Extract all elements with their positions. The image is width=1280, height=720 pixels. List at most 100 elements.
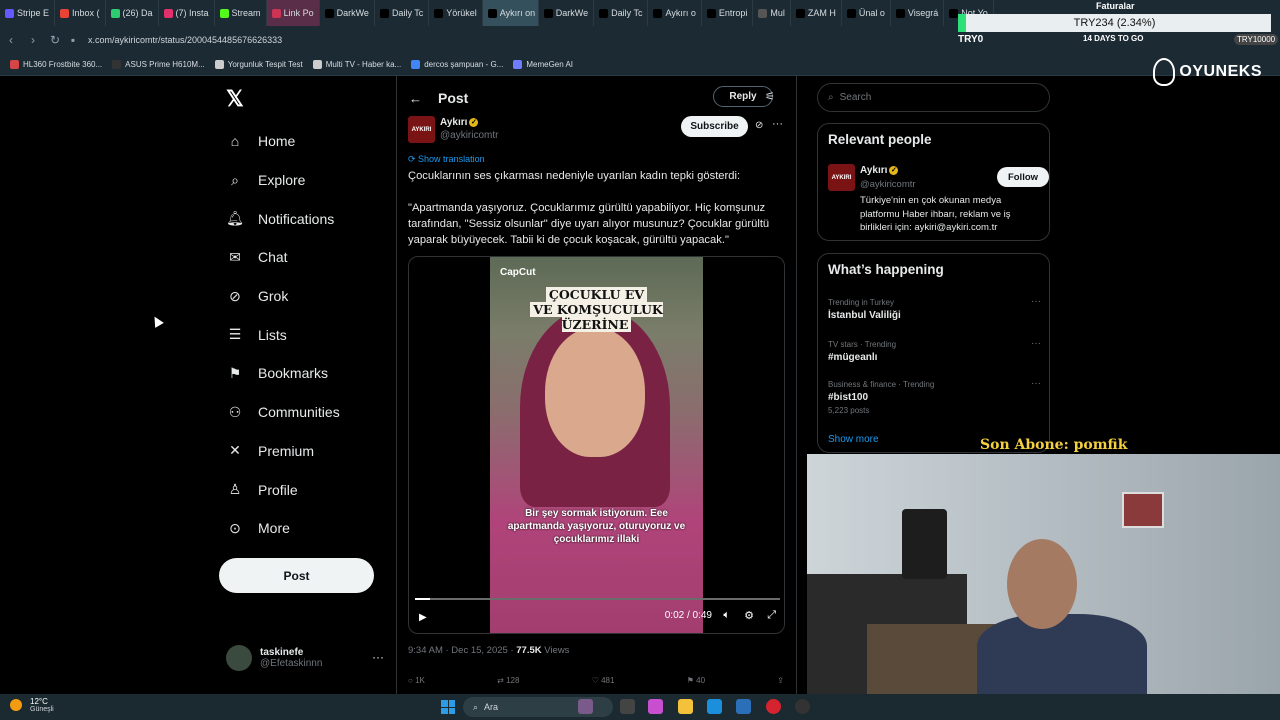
bookmark-icon: ⚑ — [686, 676, 697, 685]
url-field[interactable]: x.com/aykiricomtr/status/200045448567662… — [88, 35, 282, 45]
weather-widget[interactable]: 12°C Güneşli — [10, 697, 54, 713]
app-icon[interactable] — [795, 699, 810, 714]
bookmark-item[interactable]: ASUS Prime H610M... — [112, 60, 205, 69]
bell-icon: 🔔︎ — [226, 210, 244, 227]
browser-tab[interactable]: ZAM H — [791, 0, 842, 26]
bookmark-item[interactable]: HL360 Frostbite 360... — [10, 60, 102, 69]
subscribe-button[interactable]: Subscribe — [681, 116, 748, 137]
like-action[interactable]: ♡ 481 — [592, 676, 615, 685]
author-handle[interactable]: @aykiricomtr — [440, 130, 499, 141]
play-icon[interactable]: ▶ — [419, 612, 427, 623]
browser-tab[interactable]: Entropi — [702, 0, 754, 26]
account-switcher[interactable]: taskinefe @Efetaskinnn ··· — [226, 642, 386, 674]
browser-tab[interactable]: Aykırı on X: "Ç — [482, 0, 539, 26]
nav-item-bookmarks[interactable]: ⚑ Bookmarks — [226, 354, 386, 393]
nav-item-communities[interactable]: ⚇ Communities — [226, 393, 386, 432]
browser-tab[interactable]: Stream — [215, 0, 267, 26]
tab-label: Ünal o — [858, 8, 885, 18]
tab-label: ZAM H — [807, 8, 836, 18]
browser-tab[interactable]: Visegrá — [891, 0, 945, 26]
browser-tab[interactable]: Stripe E — [0, 0, 56, 26]
more-dots-icon[interactable]: ··· — [1031, 378, 1041, 389]
nav-item-notifications[interactable]: 🔔︎ Notifications — [226, 199, 386, 238]
more-dots-icon[interactable]: ··· — [1031, 296, 1041, 307]
browser-tab[interactable]: Inbox ( — [55, 0, 106, 26]
tab-label: DarkWe — [336, 8, 369, 18]
bookmark-item[interactable]: Yorgunluk Tespit Test — [214, 60, 303, 69]
browser-tab[interactable]: DarkWe — [320, 0, 375, 26]
copilot-icon[interactable] — [648, 699, 663, 714]
reply-action[interactable]: ○ 1K — [408, 676, 425, 685]
bookmark-item[interactable]: MemeGen AI — [513, 60, 573, 69]
person-name[interactable]: Aykırı ✓ — [860, 165, 899, 176]
x-logo-icon[interactable]: 𝕏 — [226, 86, 244, 112]
nav-item-home[interactable]: ⌂ Home — [226, 122, 386, 161]
bookmark-item[interactable]: dercos şampuan - G... — [411, 60, 503, 69]
nav-item-premium[interactable]: ✕ Premium — [226, 432, 386, 471]
back-arrow-icon[interactable]: ← — [409, 91, 422, 106]
windows-start-icon[interactable] — [441, 700, 455, 714]
video-player[interactable]: CapCut ÇOCUKLU EV VE KOMŞUCULUK ÜZERİNE … — [408, 256, 785, 634]
nav-item-lists[interactable]: ☰ Lists — [226, 315, 386, 354]
forward-arrow-icon[interactable]: › — [22, 33, 44, 47]
nav-item-more[interactable]: ⊙ More — [226, 509, 386, 548]
nav-item-label: Grok — [258, 288, 289, 305]
nav-item-chat[interactable]: ✉ Chat — [226, 238, 386, 277]
more-dots-icon[interactable]: ··· — [1031, 338, 1041, 349]
bookmark-item[interactable]: Multi TV - Haber ka... — [312, 60, 401, 69]
trend-item[interactable]: TV stars · Trending #mügeanlı ··· — [828, 338, 1041, 363]
show-more-link[interactable]: Show more — [828, 434, 879, 445]
bookmark-action[interactable]: ⚑ 40 — [687, 676, 705, 685]
volume-icon[interactable]: 🔈︎ — [723, 609, 730, 622]
nav-item-label: More — [258, 520, 290, 537]
browser-tab[interactable]: Daily Tc — [375, 0, 430, 26]
reply-button[interactable]: Reply — [713, 86, 773, 107]
more-dots-icon[interactable]: ··· — [372, 650, 384, 664]
back-arrow-icon[interactable]: ‹ — [0, 33, 22, 47]
nav-item-label: Profile — [258, 481, 298, 498]
nav-item-profile[interactable]: ♙ Profile — [226, 470, 386, 509]
repost-action[interactable]: ⇄ 128 — [497, 676, 519, 685]
trend-context: Trending in Turkey — [828, 298, 894, 307]
reload-icon[interactable]: ↻ — [44, 33, 66, 47]
more-dots-icon[interactable]: ··· — [772, 118, 783, 130]
browser-tab[interactable]: Aykırı o — [648, 0, 702, 26]
share-action[interactable]: ⇪ — [777, 676, 784, 685]
tab-favicon-icon — [795, 8, 805, 18]
file-explorer-icon[interactable] — [678, 699, 693, 714]
browser-tab[interactable]: (7) Insta — [159, 0, 215, 26]
follow-button[interactable]: Follow — [997, 167, 1049, 187]
post-button[interactable]: Post — [219, 558, 374, 593]
video-frame: CapCut ÇOCUKLU EV VE KOMŞUCULUK ÜZERİNE … — [490, 257, 703, 633]
opera-icon[interactable] — [766, 699, 781, 714]
trend-item[interactable]: Trending in Turkey İstanbul Valiliği ··· — [828, 296, 1041, 321]
store-icon[interactable] — [736, 699, 751, 714]
account-handle: @Efetaskinnn — [260, 658, 323, 669]
show-translation-link[interactable]: ⟳ Show translation — [408, 154, 485, 165]
game-app-icon[interactable] — [578, 699, 593, 714]
trend-topic: İstanbul Valiliği — [828, 310, 901, 321]
browser-tab[interactable]: Yörükel — [429, 0, 483, 26]
settings-sliders-icon[interactable]: ⚟ — [765, 90, 775, 103]
person-avatar[interactable]: AYKIRI — [828, 164, 855, 191]
browser-tab[interactable]: Mul — [753, 0, 791, 26]
trend-item[interactable]: Business & finance · Trending #bist100 5,2… — [828, 378, 1041, 415]
relevant-people-title: Relevant people — [828, 132, 932, 147]
search-input[interactable]: ⌕ Search — [817, 83, 1050, 112]
author-name[interactable]: Aykırı ✓ — [440, 117, 479, 128]
video-progress-bar[interactable] — [415, 598, 780, 600]
nav-item-explore[interactable]: ⌕ Explore — [226, 161, 386, 200]
nav-item-grok[interactable]: ⊘ Grok — [226, 277, 386, 316]
browser-tab[interactable]: (26) Da — [106, 0, 159, 26]
grok-icon[interactable]: ⊘ — [755, 120, 763, 131]
edge-icon[interactable] — [707, 699, 722, 714]
browser-tab[interactable]: Daily Tc — [594, 0, 649, 26]
gear-icon[interactable]: ⚙ — [744, 609, 754, 622]
task-view-icon[interactable] — [620, 699, 635, 714]
author-avatar[interactable]: AYKIRI — [408, 116, 435, 143]
browser-tab[interactable]: Link Po — [266, 0, 320, 26]
fullscreen-icon[interactable]: ⤢ — [767, 609, 776, 622]
browser-tab[interactable]: DarkWe — [539, 0, 595, 26]
browser-tab[interactable]: Ünal o — [842, 0, 891, 26]
column-divider — [796, 76, 797, 694]
